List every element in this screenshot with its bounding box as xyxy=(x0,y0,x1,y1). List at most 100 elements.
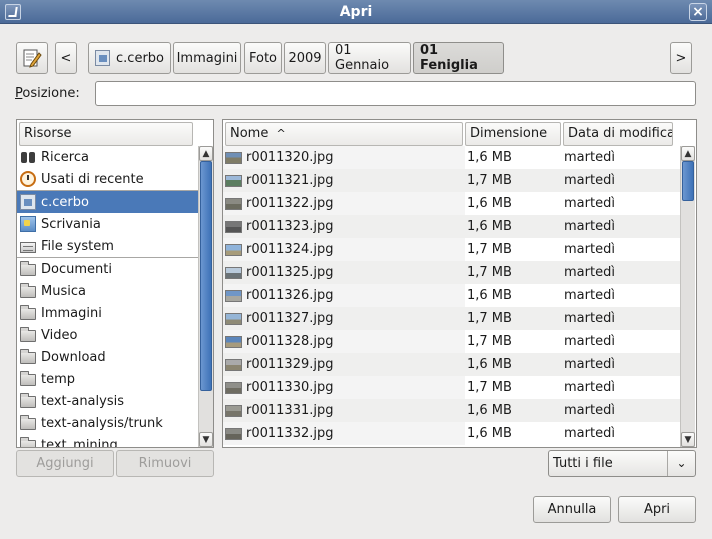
file-name: r0011330.jpg xyxy=(246,380,334,395)
file-row[interactable]: r0011329.jpg 1,6 MB martedì xyxy=(223,353,680,376)
file-row[interactable]: r0011328.jpg 1,7 MB martedì xyxy=(223,330,680,353)
places-column-header[interactable]: Risorse xyxy=(19,122,193,146)
bookmark-item[interactable]: text-analysis/trunk xyxy=(17,412,199,434)
edit-location-button[interactable] xyxy=(16,42,48,74)
desktop-icon xyxy=(20,216,36,232)
place-label: Ricerca xyxy=(41,149,89,165)
bookmark-item[interactable]: Musica xyxy=(17,280,199,302)
chevron-down-icon[interactable]: ⌄ xyxy=(667,451,695,476)
file-list-scrollbar[interactable]: ▲ ▼ xyxy=(680,146,695,447)
scroll-up-arrow-icon[interactable]: ▲ xyxy=(681,146,695,161)
remove-bookmark-label: Rimuovi xyxy=(138,456,192,471)
file-row[interactable]: r0011324.jpg 1,7 MB martedì xyxy=(223,238,680,261)
file-size: 1,7 MB xyxy=(467,173,512,188)
remove-bookmark-button[interactable]: Rimuovi xyxy=(116,450,214,477)
file-size: 1,6 MB xyxy=(467,219,512,234)
breadcrumb-item[interactable]: 2009 xyxy=(284,42,326,74)
close-icon[interactable]: × xyxy=(689,3,707,21)
folder-icon xyxy=(20,393,36,408)
bookmark-item[interactable]: text_mining xyxy=(17,434,199,448)
scrollbar-thumb[interactable] xyxy=(200,161,212,391)
bookmark-item[interactable]: text-analysis xyxy=(17,390,199,412)
open-button[interactable]: Apri xyxy=(618,496,696,523)
place-label: Usati di recente xyxy=(41,171,144,187)
place-label: File system xyxy=(41,238,114,254)
place-item-filesystem[interactable]: File system xyxy=(17,235,199,257)
file-name-cell: r0011323.jpg xyxy=(223,215,465,238)
bookmark-item[interactable]: temp xyxy=(17,368,199,390)
folder-icon xyxy=(20,349,36,364)
breadcrumb-label: Foto xyxy=(248,50,278,66)
bookmark-item[interactable]: Documenti xyxy=(17,258,199,280)
breadcrumb-label: 01 Gennaio xyxy=(335,43,390,73)
breadcrumb-item-current[interactable]: 01 Feniglia xyxy=(413,42,504,74)
file-name-cell: r0011330.jpg xyxy=(223,376,465,399)
breadcrumb-item[interactable]: 01 Gennaio xyxy=(328,42,411,74)
file-row[interactable]: r0011321.jpg 1,7 MB martedì xyxy=(223,169,680,192)
image-thumbnail-icon xyxy=(225,289,242,302)
file-row[interactable]: r0011332.jpg 1,6 MB martedì xyxy=(223,422,680,445)
folder-icon xyxy=(20,371,36,386)
sort-ascending-icon: ^ xyxy=(276,127,286,140)
column-header-name[interactable]: Nome ^ xyxy=(225,122,463,146)
bookmark-item[interactable]: Download xyxy=(17,346,199,368)
file-row[interactable]: r0011320.jpg 1,6 MB martedì xyxy=(223,146,680,169)
scroll-down-arrow-icon[interactable]: ▼ xyxy=(199,432,213,447)
place-label: c.cerbo xyxy=(41,194,89,210)
place-item-recent[interactable]: Usati di recente xyxy=(17,168,199,190)
drive-icon xyxy=(20,242,36,253)
file-name-cell: r0011326.jpg xyxy=(223,284,465,307)
place-item-search[interactable]: Ricerca xyxy=(17,146,199,168)
file-name: r0011320.jpg xyxy=(246,150,334,165)
location-input[interactable] xyxy=(95,81,696,106)
file-size: 1,7 MB xyxy=(467,380,512,395)
place-item-desktop[interactable]: Scrivania xyxy=(17,213,199,235)
file-modified-date: martedì xyxy=(564,380,615,395)
file-row[interactable]: r0011330.jpg 1,7 MB martedì xyxy=(223,376,680,399)
bookmark-item[interactable]: Immagini xyxy=(17,302,199,324)
file-modified-date: martedì xyxy=(564,173,615,188)
title-bar[interactable]: Apri × xyxy=(0,0,712,24)
place-item-home[interactable]: c.cerbo xyxy=(17,191,199,213)
file-row[interactable]: r0011327.jpg 1,7 MB martedì xyxy=(223,307,680,330)
file-size: 1,7 MB xyxy=(467,311,512,326)
file-type-filter-select[interactable]: Tutti i file ⌄ xyxy=(548,450,696,477)
scrollbar-thumb[interactable] xyxy=(682,161,694,201)
file-name-cell: r0011331.jpg xyxy=(223,399,465,422)
file-size: 1,6 MB xyxy=(467,196,512,211)
file-name: r0011326.jpg xyxy=(246,288,334,303)
breadcrumb-label: Immagini xyxy=(176,50,238,66)
file-modified-date: martedì xyxy=(564,150,615,165)
bookmark-item[interactable]: Video xyxy=(17,324,199,346)
places-scrollbar[interactable]: ▲ ▼ xyxy=(198,146,213,447)
bookmark-label: text_mining xyxy=(41,437,118,448)
folder-icon xyxy=(20,283,36,298)
breadcrumb-back-button[interactable]: < xyxy=(55,42,77,74)
add-bookmark-button[interactable]: Aggiungi xyxy=(16,450,114,477)
file-name: r0011331.jpg xyxy=(246,403,334,418)
breadcrumb-item[interactable]: Foto xyxy=(244,42,282,74)
file-modified-date: martedì xyxy=(564,357,615,372)
file-row[interactable]: r0011325.jpg 1,7 MB martedì xyxy=(223,261,680,284)
scroll-down-arrow-icon[interactable]: ▼ xyxy=(681,432,695,447)
file-row[interactable]: r0011331.jpg 1,6 MB martedì xyxy=(223,399,680,422)
scroll-up-arrow-icon[interactable]: ▲ xyxy=(199,146,213,161)
column-header-size[interactable]: Dimensione xyxy=(465,122,561,146)
file-row[interactable]: r0011322.jpg 1,6 MB martedì xyxy=(223,192,680,215)
file-name: r0011329.jpg xyxy=(246,357,334,372)
breadcrumb-item-home[interactable]: c.cerbo xyxy=(88,42,171,74)
file-row[interactable]: r0011323.jpg 1,6 MB martedì xyxy=(223,215,680,238)
column-header-modified[interactable]: Data di modifica xyxy=(563,122,673,146)
image-thumbnail-icon xyxy=(225,243,242,256)
file-name-cell: r0011325.jpg xyxy=(223,261,465,284)
bookmark-label: text-analysis/trunk xyxy=(41,415,163,431)
file-row[interactable]: r0011326.jpg 1,6 MB martedì xyxy=(223,284,680,307)
file-size: 1,7 MB xyxy=(467,242,512,257)
cancel-button[interactable]: Annulla xyxy=(533,496,611,523)
home-folder-icon xyxy=(20,194,36,210)
file-name-cell: r0011324.jpg xyxy=(223,238,465,261)
bookmark-label: temp xyxy=(41,371,76,387)
breadcrumb-forward-button[interactable]: > xyxy=(670,42,692,74)
breadcrumb-item[interactable]: Immagini xyxy=(173,42,241,74)
home-folder-icon xyxy=(95,50,111,66)
